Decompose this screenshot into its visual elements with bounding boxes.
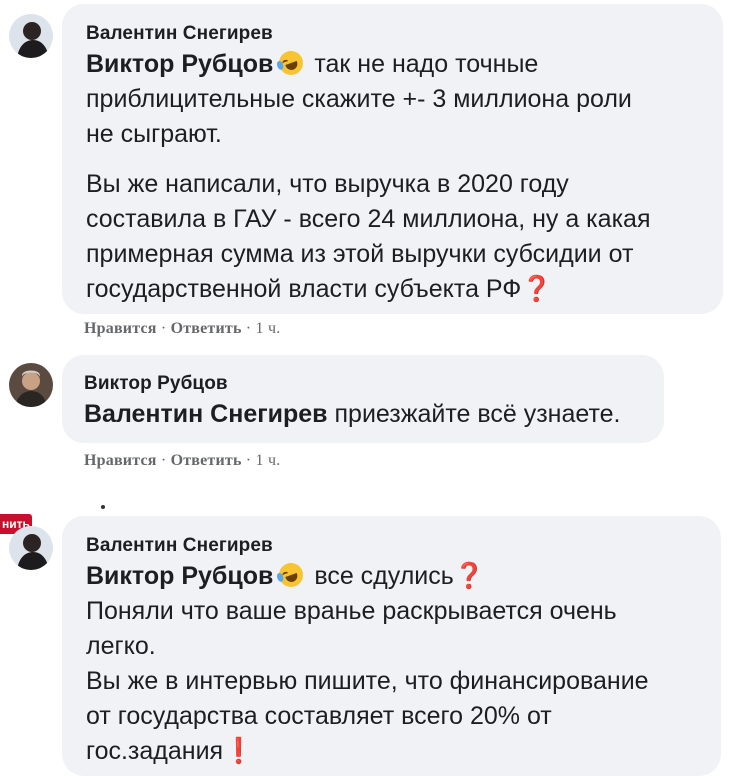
comment-text-segment: гос.задания xyxy=(86,737,224,765)
comment-text-segment: примерная сумма из этой выручки субсидии… xyxy=(86,240,634,268)
avatar[interactable] xyxy=(9,526,53,570)
reply-link[interactable]: Ответить xyxy=(171,452,242,469)
comment-text-segment: Вы же написали, что выручка в 2020 году xyxy=(86,170,569,198)
comment-text-segment: составила в ГАУ - всего 24 миллиона, ну … xyxy=(86,205,651,233)
separator: · xyxy=(241,452,256,469)
comment-bubble: Валентин Снегирев Виктор Рубцов все сдул… xyxy=(62,516,721,776)
reply-link[interactable]: Ответить xyxy=(171,320,242,337)
red-exclamation-icon: ❗ xyxy=(223,737,255,765)
comment-author[interactable]: Валентин Снегирев xyxy=(86,534,697,558)
mention-link[interactable]: Виктор Рубцов xyxy=(86,50,273,78)
rolling-laughing-emoji-icon xyxy=(275,559,307,591)
comment-text-segment: так не надо точные xyxy=(314,50,539,78)
red-question-icon: ❓ xyxy=(453,562,485,590)
stray-dot xyxy=(101,505,105,509)
like-link[interactable]: Нравится xyxy=(84,452,157,469)
red-question-icon: ❓ xyxy=(521,275,553,303)
avatar[interactable] xyxy=(9,363,53,407)
comment-text-segment: приезжайте всё узнаете. xyxy=(334,400,621,428)
timestamp-link[interactable]: 1 ч. xyxy=(256,320,281,337)
comment-text-segment: государственной власти субъекта РФ xyxy=(86,275,522,303)
separator: · xyxy=(156,320,171,337)
comment-text-segment: Поняли что ваше вранье раскрывается очен… xyxy=(86,597,617,625)
comment-text: Виктор Рубцов так не надо точные приблиц… xyxy=(86,47,699,307)
comment-actions: Нравится · Ответить · 1 ч. xyxy=(84,320,280,338)
mention-link[interactable]: Виктор Рубцов xyxy=(86,562,273,590)
comment-text-segment: не сыграют. xyxy=(86,120,222,148)
comment-text-segment: Вы же в интервью пишите, что финансирова… xyxy=(86,667,649,695)
like-link[interactable]: Нравится xyxy=(84,320,157,337)
avatar[interactable] xyxy=(9,14,53,58)
separator: · xyxy=(156,452,171,469)
comment-author[interactable]: Виктор Рубцов xyxy=(84,372,642,396)
timestamp-link[interactable]: 1 ч. xyxy=(256,452,281,469)
comment-text: Валентин Снегирев приезжайте всё узнаете… xyxy=(84,397,642,432)
comment-actions: Нравится · Ответить · 1 ч. xyxy=(84,452,280,470)
comment-text-segment: все сдулись xyxy=(314,562,454,590)
comment-author[interactable]: Валентин Снегирев xyxy=(86,22,699,46)
mention-link[interactable]: Валентин Снегирев xyxy=(84,400,328,428)
comment-text-segment: от государства составляет всего 20% от xyxy=(86,702,552,730)
comment-text: Виктор Рубцов все сдулись❓ Поняли что ва… xyxy=(86,559,697,769)
comment-text-segment: легко. xyxy=(86,632,156,660)
separator: · xyxy=(241,320,256,337)
comment-bubble: Валентин Снегирев Виктор Рубцов так не н… xyxy=(62,4,723,314)
comment-bubble: Виктор Рубцов Валентин Снегирев приезжай… xyxy=(62,355,664,443)
rolling-laughing-emoji-icon xyxy=(275,47,307,79)
comment-text-segment: приблицительные скажите +- 3 миллиона ро… xyxy=(86,85,632,113)
